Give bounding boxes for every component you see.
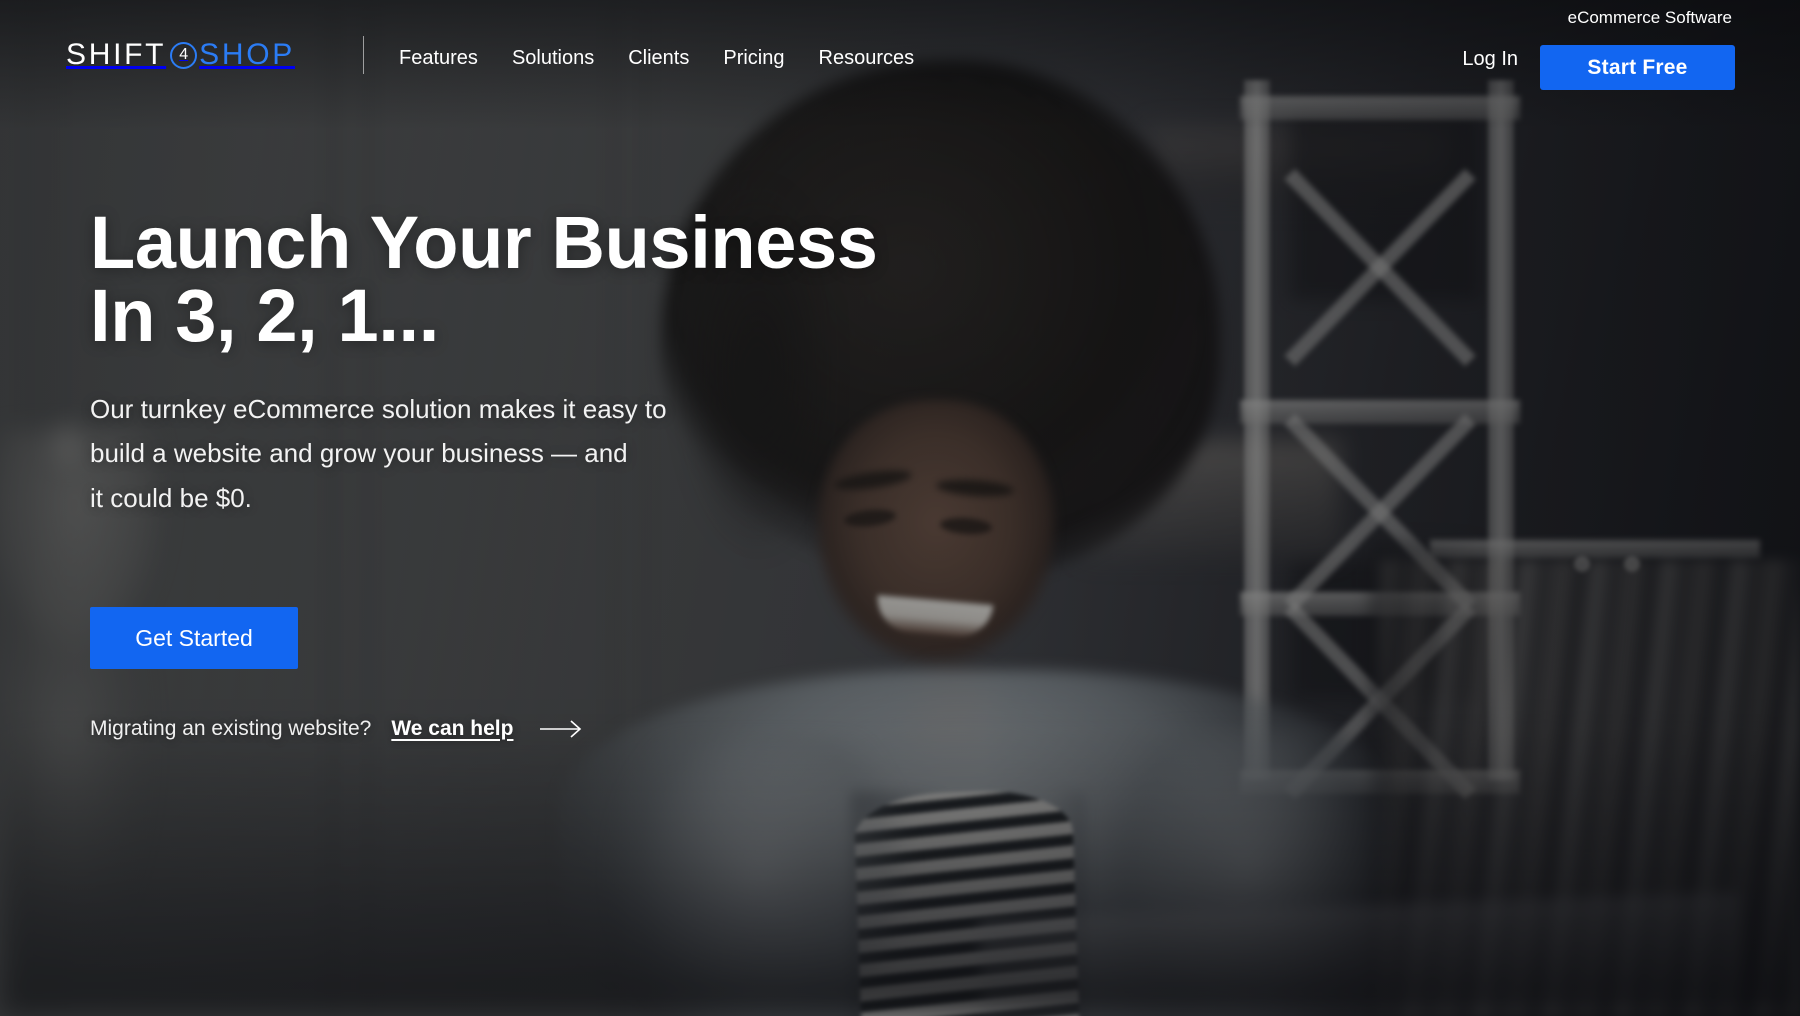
nav-item-features[interactable]: Features — [382, 47, 495, 70]
hero-heading-line-1: Launch Your Business — [90, 201, 878, 284]
header-divider — [363, 36, 364, 74]
page-root: SHIFT 4 SHOP Features Solutions Clients … — [0, 0, 1800, 1016]
main-navigation: Features Solutions Clients Pricing Resou… — [382, 47, 931, 70]
arrow-right-icon[interactable] — [539, 719, 585, 739]
hero-content: Launch Your Business In 3, 2, 1... Our t… — [90, 201, 920, 741]
login-link[interactable]: Log In — [1462, 48, 1518, 71]
get-started-button[interactable]: Get Started — [90, 606, 298, 669]
hero-subheading: Our turnkey eCommerce solution makes it … — [90, 387, 790, 521]
header-tagline: eCommerce Software — [1567, 8, 1732, 27]
start-free-button[interactable]: Start Free — [1540, 45, 1735, 90]
nav-item-pricing[interactable]: Pricing — [706, 47, 801, 70]
migration-prompt: Migrating an existing website? We can he… — [90, 717, 920, 741]
nav-item-resources[interactable]: Resources — [802, 47, 932, 70]
brand-logo[interactable]: SHIFT 4 SHOP — [66, 38, 295, 72]
hero-sub-line-3: it could be $0. — [90, 482, 252, 513]
hero-heading-line-2: In 3, 2, 1... — [90, 274, 439, 358]
nav-item-clients[interactable]: Clients — [611, 47, 706, 70]
hero-sub-line-2: build a website and grow your business —… — [90, 438, 628, 469]
hero-heading: Launch Your Business In 3, 2, 1... — [90, 201, 920, 358]
logo-four-badge-icon: 4 — [170, 41, 198, 69]
logo-text-shift: SHIFT — [66, 38, 167, 71]
hero-sub-line-1: Our turnkey eCommerce solution makes it … — [90, 393, 667, 424]
logo-text-shop: SHOP — [199, 38, 295, 71]
we-can-help-link[interactable]: We can help — [391, 717, 513, 741]
migration-text: Migrating an existing website? — [90, 716, 372, 740]
nav-item-solutions[interactable]: Solutions — [495, 47, 611, 70]
site-header: SHIFT 4 SHOP Features Solutions Clients … — [0, 0, 1800, 104]
